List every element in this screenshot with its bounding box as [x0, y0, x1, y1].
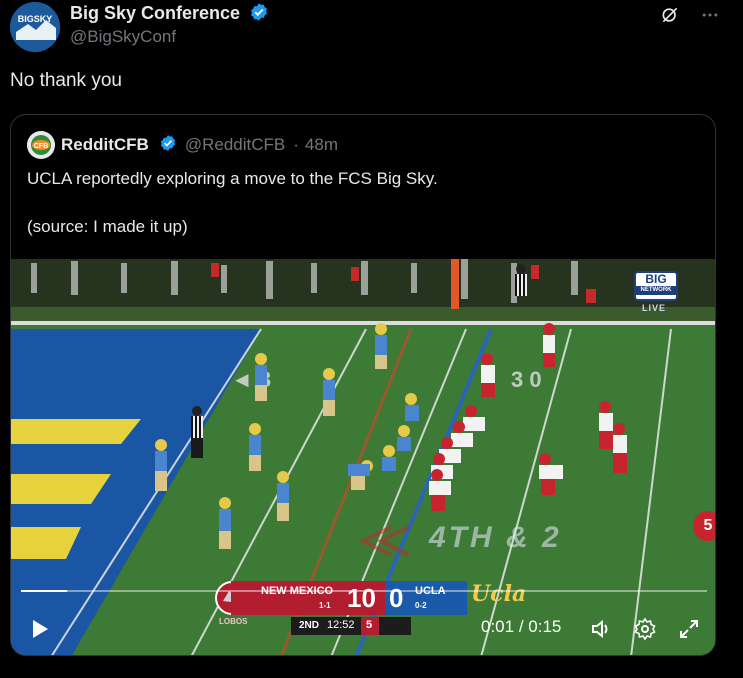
- team2-panel: 0 UCLA 0-2: [385, 581, 467, 615]
- avatar-text: BIGSKY: [18, 14, 53, 24]
- more-options-icon[interactable]: [699, 4, 721, 26]
- quoted-post-header: CFB RedditCFB @RedditCFB · 48m: [27, 131, 338, 159]
- quoted-author-handle[interactable]: @RedditCFB: [185, 135, 285, 155]
- team2-score: 0: [389, 583, 404, 613]
- team1-panel: NEW MEXICO 1-1 10: [231, 581, 385, 615]
- meta-separator: ·: [293, 135, 299, 154]
- team1-score: 10: [347, 583, 376, 613]
- network-logo: BIG NETWORK: [634, 271, 678, 301]
- reddit-cfb-logo: CFB: [27, 131, 55, 159]
- team1-record: 1-1: [319, 601, 331, 610]
- author-handle[interactable]: @BigSkyConf: [70, 27, 176, 47]
- quoted-post[interactable]: CFB RedditCFB @RedditCFB · 48m UCLA repo…: [10, 114, 716, 656]
- yard-marker: 5: [693, 511, 715, 541]
- down-and-distance: 4TH & 2: [429, 521, 562, 554]
- quoted-author-name[interactable]: RedditCFB: [61, 135, 149, 155]
- network-live-label: LIVE: [642, 303, 667, 313]
- video-progress-fill: [21, 590, 67, 592]
- gear-icon: [634, 617, 656, 641]
- network-logo-sub: NETWORK: [636, 286, 676, 295]
- quoted-timestamp[interactable]: 48m: [305, 135, 338, 155]
- author-name[interactable]: Big Sky Conference: [70, 2, 269, 27]
- video-time: 0:01 / 0:15: [481, 617, 561, 637]
- play-icon: [33, 620, 48, 638]
- quoted-author-avatar[interactable]: CFB: [27, 131, 55, 159]
- author-avatar[interactable]: BIGSKY: [10, 2, 60, 52]
- volume-button[interactable]: [589, 617, 613, 641]
- time-separator: /: [518, 617, 524, 636]
- svg-text:3 0: 3 0: [511, 367, 542, 392]
- quoted-post-line1: UCLA reportedly exploring a move to the …: [27, 169, 438, 188]
- current-time: 0:01: [481, 617, 515, 636]
- play-button[interactable]: [27, 617, 51, 641]
- team2-wordmark: Ucla: [471, 581, 527, 607]
- network-logo-text: BIG: [645, 272, 667, 286]
- volume-icon: [592, 619, 608, 639]
- grok-icon[interactable]: [659, 4, 681, 26]
- post-actions: [659, 4, 721, 26]
- quoted-avatar-text: CFB: [34, 143, 48, 150]
- quoted-verified-badge-icon: [159, 134, 177, 157]
- team2-record: 0-2: [415, 601, 427, 610]
- video-controls: 0:01 / 0:15: [11, 611, 715, 647]
- author-name-text[interactable]: Big Sky Conference: [70, 3, 240, 23]
- verified-badge-icon: [249, 2, 269, 27]
- duration: 0:15: [528, 617, 562, 636]
- video-progress-bar[interactable]: [21, 590, 707, 592]
- settings-button[interactable]: [633, 617, 657, 641]
- quoted-post-line2: (source: I made it up): [27, 217, 188, 236]
- fullscreen-icon: [680, 620, 698, 638]
- post-text: No thank you: [10, 70, 122, 91]
- video-player[interactable]: ◄ 33 0 BIG NETWORK LIVE 4TH & 2 5 LOBOS …: [11, 259, 715, 655]
- fullscreen-button[interactable]: [677, 617, 701, 641]
- big-sky-logo: BIGSKY: [10, 2, 60, 52]
